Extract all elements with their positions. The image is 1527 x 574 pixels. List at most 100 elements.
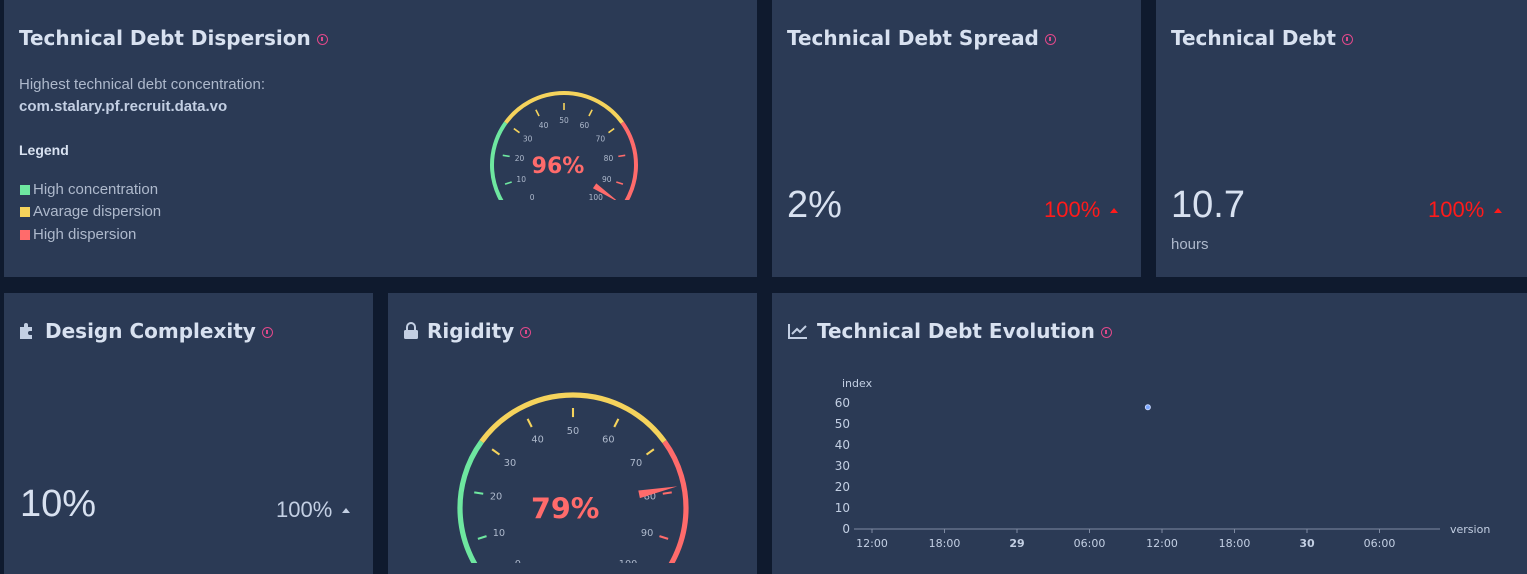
gauge-tick (504, 181, 512, 185)
gauge-tick-label: 100 (619, 559, 638, 563)
debt-card: Technical Debt 10.7 hours 100% (1156, 0, 1527, 277)
y-tick-label: 30 (835, 459, 850, 473)
arrow-up-icon (1494, 208, 1503, 213)
gauge-tick (513, 127, 520, 134)
dispersion-card: Technical Debt Dispersion Highest techni… (4, 0, 757, 277)
gauge-tick-label: 80 (604, 154, 614, 163)
gauge-tick-label: 60 (580, 121, 590, 130)
dispersion-gauge: 0 10 20 30 40 50 60 70 80 90 100 96% (490, 91, 638, 200)
highest-label: Highest technical debt concentration: (19, 76, 265, 93)
gauge-tick-label: 90 (602, 175, 612, 184)
gauge-tick (588, 109, 593, 117)
gauge-tick (618, 154, 626, 158)
gauge-tick-label: 60 (602, 434, 614, 445)
info-icon[interactable] (261, 326, 273, 338)
debt-title: Technical Debt (1171, 26, 1353, 50)
complexity-delta-text: 100% (276, 497, 333, 522)
info-icon[interactable] (1044, 33, 1056, 45)
gauge-tick (613, 418, 620, 428)
x-tick-label: 06:00 (1074, 537, 1106, 550)
gauge-band-green (457, 440, 484, 563)
y-tick-label: 40 (835, 438, 850, 452)
debt-delta-text: 100% (1428, 197, 1485, 222)
x-tick-label: 12:00 (856, 537, 888, 550)
gauge-tick (477, 535, 487, 540)
gauge-band-red (620, 121, 638, 200)
legend-label: High dispersion (33, 226, 137, 243)
gauge-tick-label: 0 (515, 559, 521, 563)
y-tick-label: 60 (835, 396, 850, 410)
arrow-up-icon (1110, 208, 1119, 213)
legend-title: Legend (19, 142, 69, 158)
rigidity-card: Rigidity 010203040506070809010079% (388, 293, 757, 574)
gauge-tick-label: 10 (516, 175, 526, 184)
legend-swatch-green (20, 184, 30, 195)
gauge-tick-label: 10 (493, 528, 505, 539)
gauge-tick-label: 20 (490, 492, 502, 503)
info-icon[interactable] (520, 326, 532, 338)
info-icon[interactable] (1341, 33, 1353, 45)
info-icon[interactable] (316, 33, 328, 45)
y-tick-label: 10 (835, 501, 850, 515)
gauge-tick-label: 70 (596, 135, 606, 144)
spread-card: Technical Debt Spread 2% 100% (772, 0, 1141, 277)
gauge-tick-label: 40 (539, 121, 549, 130)
dispersion-title-text: Technical Debt Dispersion (19, 26, 311, 50)
gauge-band-red (662, 440, 689, 563)
gauge-tick-label: 30 (523, 135, 533, 144)
legend-label: High concentration (33, 181, 159, 198)
legend-item-high-concentration: High concentration (20, 181, 158, 198)
x-tick-label: 30 (1299, 537, 1315, 550)
spread-delta-text: 100% (1044, 197, 1101, 222)
gauge-tick-label: 20 (515, 154, 525, 163)
x-tick-label: 12:00 (1146, 537, 1178, 550)
spread-title: Technical Debt Spread (787, 26, 1056, 50)
x-tick-label: 29 (1009, 537, 1024, 550)
rigidity-gauge: 010203040506070809010079% (457, 392, 689, 563)
gauge-value-label: 96% (532, 154, 585, 179)
complexity-value: 10% (20, 483, 97, 525)
complexity-title-text: Design Complexity (45, 319, 256, 343)
spread-value: 2% (787, 184, 842, 226)
highest-value: com.stalary.pf.recruit.data.vo (19, 98, 228, 115)
complexity-delta: 100% (276, 497, 351, 523)
gauge-tick-label: 100 (589, 193, 604, 200)
spread-title-text: Technical Debt Spread (787, 26, 1039, 50)
y-tick-label: 0 (842, 522, 850, 536)
gauge-tick (535, 109, 540, 117)
complexity-title: Design Complexity (19, 319, 273, 343)
y-tick-label: 50 (835, 417, 850, 431)
legend-item-high-dispersion: High dispersion (20, 226, 136, 243)
gauge-tick-label: 30 (504, 458, 516, 469)
gauge-tick (662, 491, 672, 495)
gauge-tick (502, 154, 510, 158)
debt-title-text: Technical Debt (1171, 26, 1336, 50)
evolution-card: Technical Debt Evolution index 0 10 20 30 40 5… (772, 293, 1527, 574)
legend-swatch-red (20, 229, 30, 240)
evolution-chart: index 0 10 20 30 40 50 60 12:00 18:00 29 06:00 12:00… (835, 377, 1491, 550)
gauge-tick-label: 70 (630, 458, 642, 469)
gauge-band-green (490, 121, 508, 200)
spread-delta: 100% (1044, 197, 1119, 223)
dispersion-title: Technical Debt Dispersion (19, 26, 328, 50)
x-tick-label: 06:00 (1364, 537, 1396, 550)
gauge-tick (645, 448, 655, 456)
gauge-tick (616, 181, 624, 185)
data-point[interactable] (1144, 404, 1151, 411)
gauge-tick (608, 127, 615, 134)
y-tick-label: 20 (835, 480, 850, 494)
rigidity-title-text: Rigidity (427, 319, 515, 343)
debt-delta: 100% (1428, 197, 1503, 223)
puzzle-icon (19, 322, 37, 340)
gauge-value-label: 79% (531, 491, 599, 525)
gauge-tick-label: 50 (567, 426, 579, 437)
debt-value: 10.7 (1171, 184, 1245, 226)
gauge-tick (659, 535, 669, 540)
rigidity-title: Rigidity (403, 319, 532, 343)
gauge-tick (491, 448, 501, 456)
complexity-card: Design Complexity 10% 100% (4, 293, 373, 574)
gauge-tick-label: 90 (641, 528, 653, 539)
x-tick-label: 18:00 (929, 537, 961, 550)
arrow-up-icon (342, 508, 351, 513)
debt-unit: hours (1171, 236, 1209, 253)
